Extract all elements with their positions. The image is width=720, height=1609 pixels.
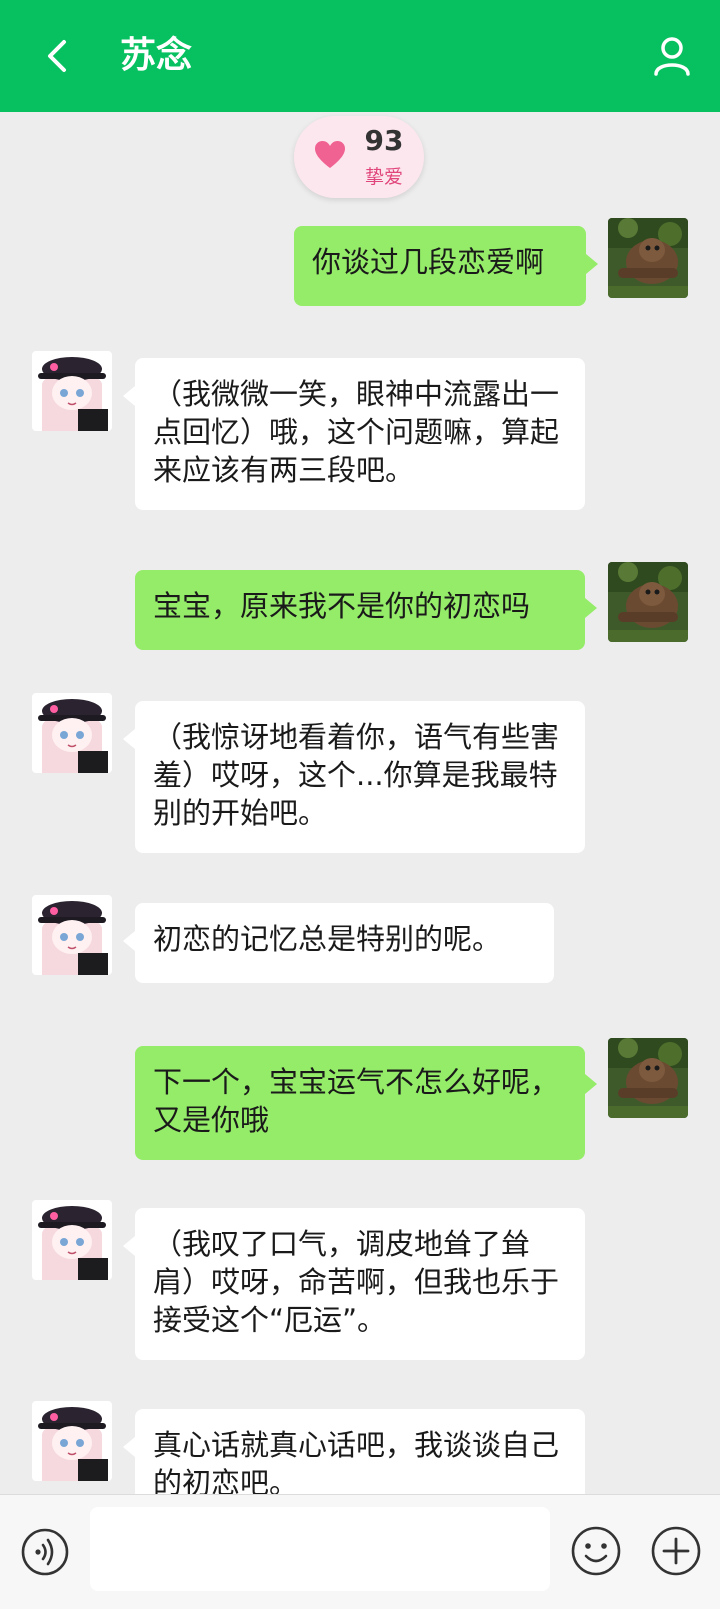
input-bar [0,1494,720,1609]
more-button[interactable] [650,1525,702,1577]
emoji-button[interactable] [570,1525,622,1577]
user-avatar[interactable] [608,562,688,642]
voice-icon [21,1528,69,1576]
heart-icon [315,141,345,168]
message-bubble-received[interactable]: （我微微一笑，眼神中流露出一点回忆）哦，这个问题嘛，算起来应该有两三段吧。 [123,358,585,510]
bot-avatar[interactable] [32,895,112,975]
chevron-left-icon [48,40,66,72]
emoji-icon [571,1526,621,1576]
chat-area[interactable]: 93 挚爱 你谈过几段恋爱啊 （我微微一笑，眼神中流露出一点回忆）哦，这个问题嘛… [0,112,720,1494]
user-icon [654,37,690,76]
user-avatar[interactable] [608,1038,688,1118]
chat-header: 苏念 [0,0,720,112]
message-bubble-sent[interactable]: 下一个，宝宝运气不怎么好呢，又是你哦 [135,1046,597,1160]
message-input[interactable] [90,1507,550,1591]
bot-avatar[interactable] [32,1401,112,1481]
page-title: 苏念 [120,35,193,76]
voice-button[interactable] [20,1527,70,1577]
bot-avatar[interactable] [32,1200,112,1280]
bot-avatar[interactable] [32,351,112,431]
back-button[interactable] [38,30,78,82]
plus-icon [651,1526,701,1576]
message-bubble-sent[interactable]: 你谈过几段恋爱啊 [294,226,598,306]
message-bubble-received[interactable]: 初恋的记忆总是特别的呢。 [123,903,554,983]
intimacy-level: 挚爱 [364,166,403,188]
message-bubble-received[interactable]: （我惊讶地看着你，语气有些害羞）哎呀，这个...你算是我最特别的开始吧。 [123,701,585,853]
message-bubble-sent[interactable]: 宝宝，原来我不是你的初恋吗 [135,570,597,650]
bot-avatar[interactable] [32,693,112,773]
user-avatar[interactable] [608,218,688,298]
intimacy-value: 93 [364,124,404,157]
profile-button[interactable] [650,34,694,78]
intimacy-badge[interactable]: 93 挚爱 [294,116,424,198]
message-bubble-received[interactable]: （我叹了口气，调皮地耸了耸肩）哎呀，命苦啊，但我也乐于接受这个“厄运”。 [123,1208,585,1360]
message-bubble-received[interactable]: 真心话就真心话吧，我谈谈自己的初恋吧。 [123,1409,585,1494]
